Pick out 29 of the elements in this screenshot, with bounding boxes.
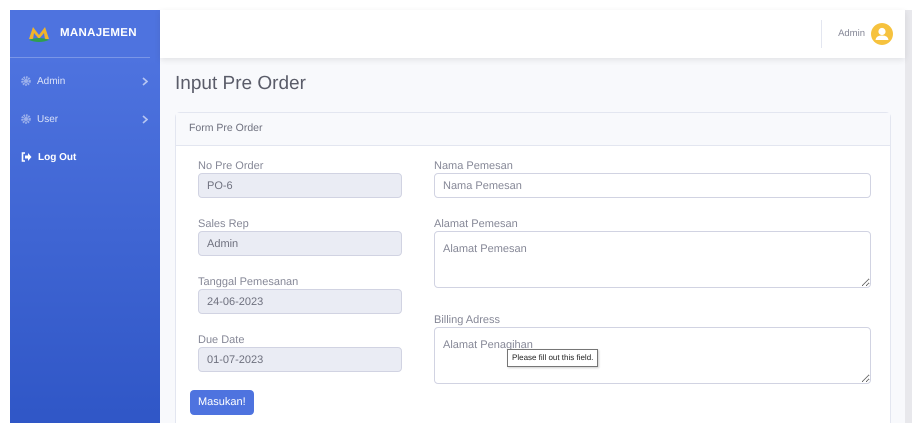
- sidebar-item[interactable]: Admin: [10, 62, 160, 100]
- page-title: Input Pre Order: [175, 72, 307, 96]
- gear-icon: [21, 114, 31, 124]
- avatar-icon[interactable]: [871, 23, 893, 45]
- card-header: Form Pre Order: [176, 113, 890, 146]
- submit-button[interactable]: Masukan!: [190, 390, 254, 415]
- field-label: Alamat Pemesan: [434, 217, 519, 231]
- field-label: Due Date: [198, 333, 246, 347]
- input-field[interactable]: 01-07-2023: [198, 347, 402, 372]
- brand-name: MANAJEMEN: [60, 26, 137, 41]
- field-label: No Pre Order: [198, 159, 264, 173]
- validation-tooltip: Please fill out this field.: [507, 348, 598, 366]
- field-label: Billing Adress: [434, 312, 502, 326]
- logo-icon: [28, 24, 50, 42]
- text-area[interactable]: Alamat Pemesan: [434, 231, 871, 288]
- chevron-icon: [142, 114, 148, 124]
- chevron-icon: [142, 76, 148, 86]
- user-name[interactable]: Admin: [838, 26, 865, 42]
- field-label: Nama Pemesan: [434, 159, 514, 173]
- logout-icon: [21, 152, 32, 162]
- field-label: Sales Rep: [198, 217, 250, 231]
- input-field[interactable]: PO-6: [198, 173, 402, 198]
- field-label: Tanggal Pemesanan: [198, 275, 300, 289]
- input-field[interactable]: 24-06-2023: [198, 289, 402, 314]
- input-field[interactable]: Admin: [198, 231, 402, 256]
- gear-icon: [21, 76, 31, 86]
- sidebar-item[interactable]: User: [10, 100, 160, 138]
- sidebar-item[interactable]: Log Out: [10, 138, 160, 176]
- input-field[interactable]: Nama Pemesan: [434, 173, 871, 198]
